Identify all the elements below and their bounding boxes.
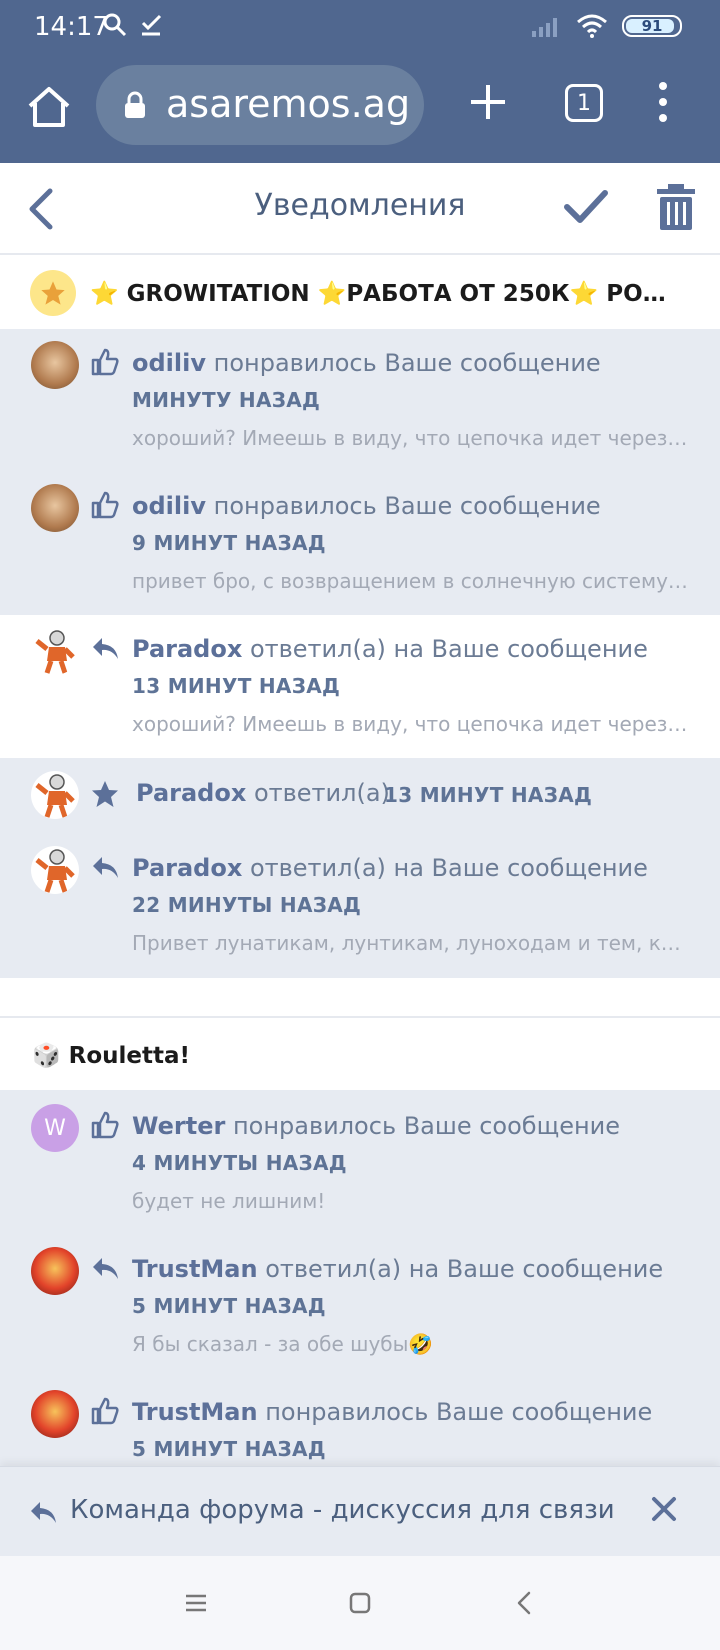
status-time: 14:17 — [34, 12, 109, 42]
avatar[interactable] — [31, 771, 79, 819]
new-tab-button[interactable] — [468, 82, 508, 122]
delete-all-button[interactable] — [656, 183, 696, 231]
recents-button[interactable] — [183, 1590, 209, 1616]
action-text: понравилось Ваше сообщение — [232, 1112, 621, 1140]
notification-item[interactable]: TrustMan понравилось Ваше сообщение 5 МИ… — [0, 1376, 720, 1466]
notification-time: 4 МИНУТЫ НАЗАД — [132, 1151, 347, 1175]
avatar[interactable] — [31, 846, 79, 894]
user-name[interactable]: TrustMan — [132, 1255, 258, 1283]
thread-title: 🎲 Rouletta! — [32, 1042, 191, 1069]
tabs-button[interactable]: 1 — [565, 84, 603, 122]
user-name[interactable]: Paradox — [136, 779, 246, 807]
action-text: понравилось Ваше сообщение — [213, 349, 601, 377]
thread-header[interactable]: 🎲 Rouletta! — [0, 1020, 720, 1090]
notification-item[interactable]: Paradox ответил(а) 13 МИНУТ НАЗАД — [0, 758, 720, 832]
notification-time: 5 МИНУТ НАЗАД — [132, 1294, 326, 1318]
thumbs-up-icon — [91, 348, 119, 376]
home-button[interactable] — [26, 84, 72, 130]
task-done-icon — [141, 14, 162, 36]
action-text: понравилось Ваше сообщение — [265, 1398, 653, 1426]
url-text: asaremos.ag — [166, 82, 411, 126]
notification-time: МИНУТУ НАЗАД — [132, 388, 321, 412]
avatar[interactable] — [31, 1390, 79, 1438]
notification-snippet: Привет лунатикам, лунтикам, луноходам и … — [132, 931, 688, 955]
address-bar[interactable]: asaremos.ag — [96, 65, 424, 145]
notification-time: 13 МИНУТ НАЗАД — [384, 783, 593, 807]
notification-time: 5 МИНУТ НАЗАД — [132, 1437, 326, 1461]
reply-icon — [93, 638, 118, 659]
app-header: Уведомления — [0, 163, 720, 255]
notification-item[interactable]: W Werter понравилось Ваше сообщение 4 МИ… — [0, 1090, 720, 1233]
avatar[interactable] — [31, 627, 79, 675]
home-nav-button[interactable] — [347, 1590, 373, 1616]
user-name[interactable]: Paradox — [132, 854, 242, 882]
avatar[interactable] — [31, 341, 79, 389]
notification-snippet: хороший? Имеешь в виду, что цепочка идет… — [132, 426, 688, 450]
avatar[interactable]: W — [31, 1104, 79, 1152]
thumbs-up-icon — [91, 491, 119, 519]
thumbs-up-icon — [91, 1397, 119, 1425]
notification-snippet: будет не лишним! — [132, 1189, 326, 1213]
notification-time: 22 МИНУТЫ НАЗАД — [132, 893, 362, 917]
notification-snippet: хороший? Имеешь в виду, что цепочка идет… — [132, 712, 688, 736]
thumbs-up-icon — [91, 1111, 119, 1139]
close-icon[interactable] — [650, 1495, 678, 1523]
thread-banner[interactable]: Команда форума - дискуссия для связи — [0, 1466, 720, 1556]
reply-icon — [93, 1258, 118, 1279]
mark-all-read-button[interactable] — [562, 183, 610, 231]
user-name[interactable]: odiliv — [132, 349, 206, 377]
avatar[interactable] — [31, 484, 79, 532]
action-text: ответил(а) на Ваше сообщение — [249, 635, 648, 663]
banner-text: Команда форума - дискуссия для связи — [70, 1495, 615, 1525]
notification-snippet: привет бро, с возвращением в солнечную с… — [132, 569, 688, 593]
user-name[interactable]: odiliv — [132, 492, 206, 520]
notification-item[interactable]: odiliv понравилось Ваше сообщение 9 МИНУ… — [0, 472, 720, 615]
page-title: Уведомления — [254, 188, 466, 223]
more-vert-icon[interactable] — [652, 80, 674, 124]
user-name[interactable]: Paradox — [132, 635, 242, 663]
browser-toolbar: 14:17 91 asaremos.ag 1 — [0, 0, 720, 163]
battery-indicator: 91 — [622, 15, 682, 37]
notification-item[interactable]: Paradox ответил(а) на Ваше сообщение 13 … — [0, 615, 720, 758]
avatar[interactable] — [31, 1247, 79, 1295]
system-nav-bar — [0, 1556, 720, 1650]
star-icon — [30, 270, 76, 316]
notification-item[interactable]: odiliv понравилось Ваше сообщение МИНУТУ… — [0, 329, 720, 472]
signal-icon — [532, 18, 557, 37]
thread-separator — [0, 978, 720, 1018]
reply-icon — [31, 1502, 56, 1523]
thread-title: ⭐ GROWITATION ⭐РАБОТА ОТ 250К⭐ РОЗЫ... — [90, 280, 676, 307]
reply-icon — [93, 857, 118, 878]
back-nav-button[interactable] — [512, 1590, 538, 1616]
star-icon — [92, 781, 118, 807]
notification-time: 13 МИНУТ НАЗАД — [132, 674, 341, 698]
notification-item[interactable]: Paradox ответил(а) на Ваше сообщение 22 … — [0, 832, 720, 978]
status-bar: 14:17 91 — [0, 0, 720, 56]
action-text: ответил(а) — [253, 779, 390, 807]
action-text: ответил(а) на Ваше сообщение — [265, 1255, 664, 1283]
user-name[interactable]: Werter — [132, 1112, 225, 1140]
notification-item[interactable]: TrustMan ответил(а) на Ваше сообщение 5 … — [0, 1233, 720, 1376]
notification-time: 9 МИНУТ НАЗАД — [132, 531, 326, 555]
action-text: понравилось Ваше сообщение — [213, 492, 601, 520]
notification-snippet: Я бы сказал - за обе шубы🤣 — [132, 1332, 434, 1356]
user-name[interactable]: TrustMan — [132, 1398, 258, 1426]
lock-icon — [125, 91, 145, 118]
wifi-icon — [577, 14, 607, 38]
thread-header[interactable]: ⭐ GROWITATION ⭐РАБОТА ОТ 250К⭐ РОЗЫ... — [0, 257, 720, 329]
search-icon — [103, 13, 127, 37]
action-text: ответил(а) на Ваше сообщение — [249, 854, 648, 882]
